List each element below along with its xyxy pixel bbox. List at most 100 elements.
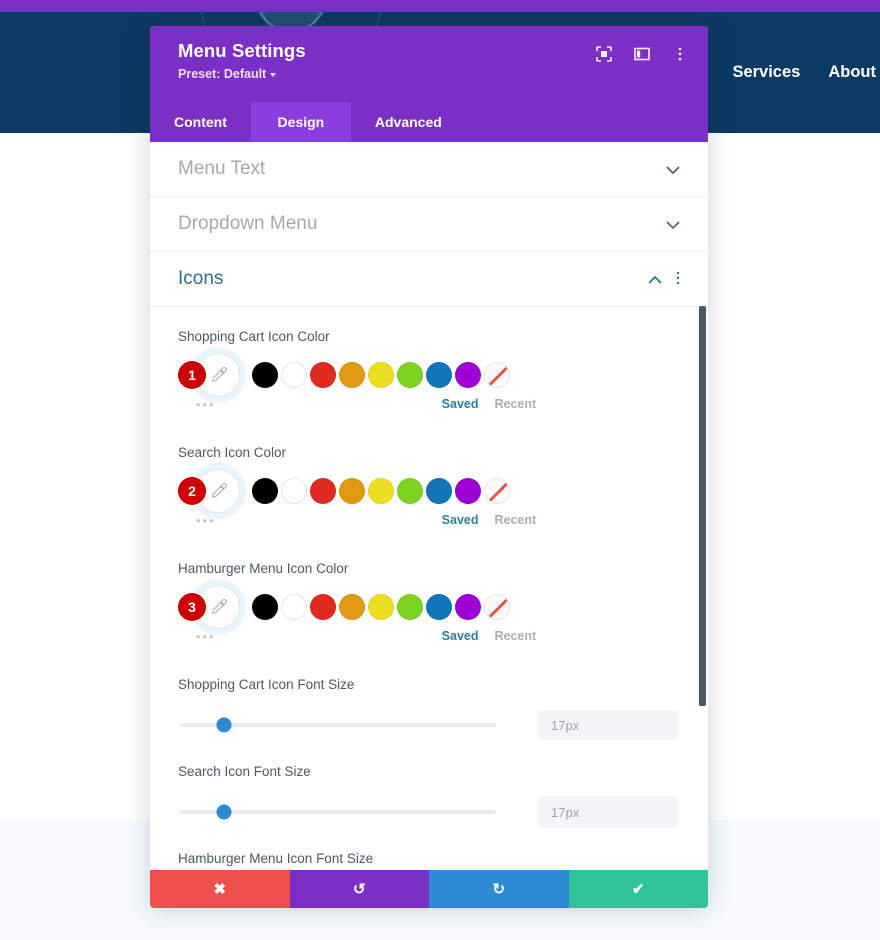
swatch-orange[interactable] [339,362,365,388]
tab-recent[interactable]: Recent [495,513,537,527]
field-search-icon-font-size: Search Icon Font Size 17px [150,742,708,829]
accordion-dropdown-menu[interactable]: Dropdown Menu [150,197,708,252]
modal-body: Menu Text Dropdown Menu Icons Shopping C… [150,142,708,870]
swatch-source-tabs: Saved Recent [442,629,537,643]
field-label: Shopping Cart Icon Color [178,329,330,344]
wp-admin-bar [0,0,880,12]
swatch-none[interactable] [484,478,510,504]
field-label: Search Icon Color [178,445,287,460]
nav-link-about[interactable]: About [828,63,876,82]
tab-advanced[interactable]: Advanced [351,102,466,142]
step-badge: 1 [178,361,206,389]
swatch-yellow[interactable] [368,362,394,388]
swatch-source-tabs: Saved Recent [442,397,537,411]
slider-row: 17px [178,708,680,742]
accordion-icons[interactable]: Icons [150,252,708,307]
tab-saved[interactable]: Saved [442,397,479,411]
swatch-white[interactable] [281,362,307,388]
field-label: Hamburger Menu Icon Font Size [178,851,374,866]
swatch-black[interactable] [252,362,278,388]
swatch-orange[interactable] [339,594,365,620]
undo-button[interactable]: ↺ [289,870,429,908]
swatch-none[interactable] [484,362,510,388]
swatch-orange[interactable] [339,478,365,504]
swatch-purple[interactable] [455,478,481,504]
chevron-down-icon [270,73,277,77]
swatch-black[interactable] [252,478,278,504]
slider-thumb[interactable] [216,717,232,733]
tab-recent[interactable]: Recent [495,629,537,643]
value-input[interactable]: 17px [538,797,678,827]
color-subrow: ••• Saved Recent [178,629,680,655]
slider-track[interactable] [180,804,496,820]
focus-icon[interactable] [596,46,612,62]
vertical-dots-icon[interactable] [672,46,688,62]
preset-selector[interactable]: Preset: Default [178,67,686,81]
accordion-icons-controls [648,271,680,287]
field-label: Search Icon Font Size [178,764,311,779]
field-hamburger-menu-icon-font-size: Hamburger Menu Icon Font Size 32px [150,829,708,870]
swatch-blue[interactable] [426,362,452,388]
color-subrow: ••• Saved Recent [178,397,680,423]
value-input[interactable]: 17px [538,710,678,740]
vertical-dots-icon[interactable] [676,271,680,287]
swatch-yellow[interactable] [368,594,394,620]
color-picker-row: 1 [178,349,680,401]
preset-label: Preset: Default [178,67,267,81]
accordion-menu-text[interactable]: Menu Text [150,142,708,197]
swatch-blue[interactable] [426,478,452,504]
swatch-green[interactable] [397,478,423,504]
field-shopping-cart-icon-font-size: Shopping Cart Icon Font Size 17px [150,655,708,742]
tab-recent[interactable]: Recent [495,397,537,411]
layout-panel-icon[interactable] [634,46,650,62]
more-options-dots[interactable]: ••• [196,629,216,644]
slider-thumb[interactable] [216,804,232,820]
modal-header-icons [596,46,688,62]
swatch-red[interactable] [310,594,336,620]
slider-track[interactable] [180,717,496,733]
step-badge: 3 [178,593,206,621]
close-button[interactable]: ✖ [150,870,290,908]
swatch-red[interactable] [310,478,336,504]
save-button[interactable]: ✔ [568,870,708,908]
tab-saved[interactable]: Saved [442,513,479,527]
swatch-purple[interactable] [455,594,481,620]
swatch-purple[interactable] [455,362,481,388]
swatch-white[interactable] [281,478,307,504]
more-options-dots[interactable]: ••• [196,513,216,528]
swatch-source-tabs: Saved Recent [442,513,537,527]
color-swatches [252,362,510,388]
modal-footer: ✖ ↺ ↻ ✔ [150,870,708,908]
tab-saved[interactable]: Saved [442,629,479,643]
field-shopping-cart-icon-color: Shopping Cart Icon Color 1 ••• Saved Rec… [150,307,708,423]
swatch-white[interactable] [281,594,307,620]
accordion-dropdown-menu-label: Dropdown Menu [178,213,318,234]
color-swatches [252,478,510,504]
swatch-red[interactable] [310,362,336,388]
tab-design[interactable]: Design [250,102,351,142]
modal-tabbar: Content Design Advanced [150,102,708,142]
menu-settings-modal: Menu Settings Preset: Default Content De… [150,26,708,908]
chevron-up-icon[interactable] [648,273,662,286]
swatch-green[interactable] [397,362,423,388]
nav-link-services[interactable]: Services [732,63,800,82]
step-badge: 2 [178,477,206,505]
color-swatches [252,594,510,620]
swatch-green[interactable] [397,594,423,620]
modal-header: Menu Settings Preset: Default [150,26,708,102]
swatch-none[interactable] [484,594,510,620]
tab-content[interactable]: Content [150,102,251,142]
color-picker-row: 2 [178,465,680,517]
swatch-blue[interactable] [426,594,452,620]
accordion-menu-text-label: Menu Text [178,158,266,179]
more-options-dots[interactable]: ••• [196,397,216,412]
swatch-yellow[interactable] [368,478,394,504]
slider-row: 17px [178,795,680,829]
field-hamburger-menu-icon-color: Hamburger Menu Icon Color 3 ••• Saved Re… [150,539,708,655]
vertical-scrollbar[interactable] [699,306,706,706]
accordion-icons-label: Icons [178,268,224,289]
chevron-down-icon [666,218,680,231]
redo-button[interactable]: ↻ [429,870,569,908]
swatch-black[interactable] [252,594,278,620]
color-picker-row: 3 [178,581,680,633]
